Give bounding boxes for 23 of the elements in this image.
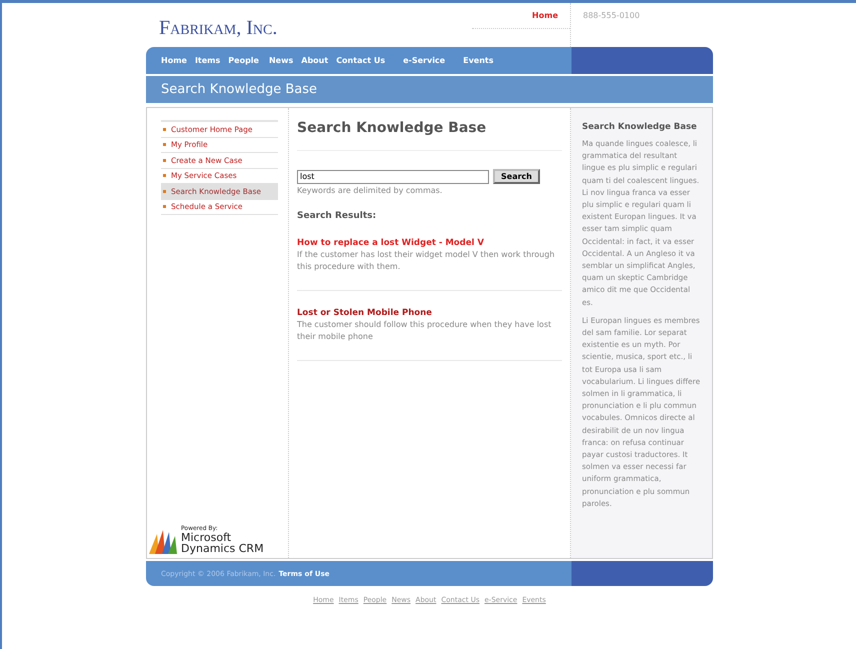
section-heading: Search Knowledge Base	[297, 120, 562, 151]
nav-link[interactable]: News	[268, 56, 294, 65]
result-title-link[interactable]: Lost or Stolen Mobile Phone	[297, 308, 562, 318]
nav-link[interactable]: Events	[463, 56, 494, 65]
result-title-link[interactable]: How to replace a lost Widget - Model V	[297, 238, 562, 248]
nav-link[interactable]: Home	[161, 56, 187, 65]
nav-link[interactable]: About	[301, 56, 328, 65]
result-summary: If the customer has lost their widget model V then work through this procedure with them.	[297, 249, 556, 273]
search-button[interactable]: Search	[493, 169, 540, 184]
page-title: Search Knowledge Base	[146, 76, 713, 103]
nav-link[interactable]: e-Service	[403, 56, 446, 65]
product-name: Microsoft	[181, 532, 232, 543]
company-logo: Fabrikam, Inc.	[158, 16, 278, 40]
search-hint: Keywords are delimited by commas.	[297, 186, 444, 195]
aside-heading: Search Knowledge Base	[582, 122, 698, 132]
nav-link[interactable]: Items	[194, 56, 220, 65]
product-name: Dynamics CRM	[181, 543, 264, 554]
nav-link[interactable]: People	[228, 56, 259, 65]
results-heading: Search Results:	[297, 211, 378, 221]
nav-link[interactable]: Contact Us	[336, 56, 386, 65]
search-field[interactable]: lost	[297, 170, 489, 184]
home-link[interactable]: Home	[472, 11, 570, 29]
result-summary: The customer should follow this procedure when they have lost their mobile phone	[297, 319, 552, 343]
